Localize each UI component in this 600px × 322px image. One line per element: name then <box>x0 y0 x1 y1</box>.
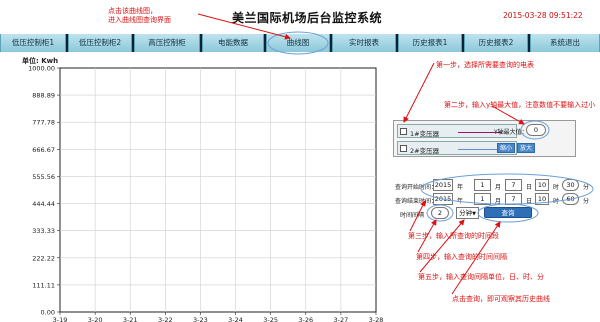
transformer-1-label: 1#变压器 <box>410 130 440 138</box>
interval-unit-value: 分钟 <box>459 209 473 217</box>
zoom-in-button[interactable]: 放大 <box>517 143 535 153</box>
annotation-step2: 第二步，输入y轴最大值，注意数值不要输入过小 <box>444 101 596 109</box>
interval-unit-select[interactable]: 分钟▼ <box>456 207 479 219</box>
query-start-minute-input[interactable]: 30 <box>562 179 579 191</box>
x-tick-label: 3-24 <box>228 316 243 322</box>
query-start-hour-input[interactable]: 10 <box>535 179 549 191</box>
x-tick-label: 3-28 <box>369 316 384 322</box>
query-end-day-input[interactable]: 7 <box>505 193 522 205</box>
y-tick-label: 1000.00 <box>28 65 55 73</box>
y-tick-label: 222.22 <box>32 254 55 262</box>
y-tick-label: 777.78 <box>32 119 55 127</box>
query-end-label: 查询结束时间： <box>395 198 438 205</box>
query-start-label: 查询开始时间： <box>395 184 438 191</box>
annotation-step4: 第四步，输入查询的时间间隔 <box>416 253 507 261</box>
x-tick-label: 3-27 <box>334 316 349 322</box>
zoom-out-button[interactable]: 缩小 <box>497 143 515 153</box>
transformer-selection-box: 1#变压器 2#变压器 <box>393 120 576 157</box>
query-start-month-unit: 月 <box>495 184 502 191</box>
query-start-hour-unit: 时 <box>553 184 560 191</box>
x-tick-label: 3-26 <box>298 316 313 322</box>
query-start-month-input[interactable]: 1 <box>474 179 491 191</box>
query-end-day-unit: 日 <box>526 198 533 205</box>
annotation-step1: 第一步，选择所需要查询的电表 <box>436 61 534 69</box>
x-tick-label: 3-23 <box>193 316 208 322</box>
annotation-step5: 第五步，输入查询间隔单位，日、时、分 <box>418 273 544 281</box>
plot-area <box>59 67 377 313</box>
query-start-year-input[interactable]: 2015 <box>433 179 453 191</box>
query-end-hour-input[interactable]: 10 <box>535 193 549 205</box>
query-end-year-unit: 年 <box>457 198 464 205</box>
interval-label: 时间间隔 <box>400 212 425 219</box>
query-end-minute-unit: 分 <box>583 198 590 205</box>
annotation-step3: 第三步，输入所查询的时间段 <box>408 232 499 240</box>
query-end-minute-input[interactable]: 60 <box>562 193 579 205</box>
y-tick-label: 444.44 <box>32 200 55 208</box>
y-tick-label: 888.89 <box>32 92 55 100</box>
x-tick-label: 3-22 <box>158 316 173 322</box>
query-end-year-input[interactable]: 2015 <box>433 193 453 205</box>
query-start-day-input[interactable]: 7 <box>505 179 522 191</box>
query-end-month-input[interactable]: 1 <box>474 193 491 205</box>
y-tick-label: 111.11 <box>32 281 55 289</box>
annotation-step6: 点击查询，即可观察其历史曲线 <box>452 295 550 303</box>
x-tick-label: 3-20 <box>88 316 103 322</box>
x-tick-label: 3-19 <box>53 316 68 322</box>
transformer-2-legend-swatch <box>458 149 502 150</box>
query-start-year-unit: 年 <box>457 184 464 191</box>
transformer-2-label: 2#变压器 <box>410 147 440 155</box>
query-end-month-unit: 月 <box>495 198 502 205</box>
query-button[interactable]: 查询 <box>484 207 532 218</box>
y-axis-max-input[interactable]: 0 <box>526 124 546 136</box>
y-axis-max-label: Y轴最大值： <box>494 129 528 136</box>
x-tick-label: 3-21 <box>123 316 138 322</box>
y-tick-label: 666.67 <box>32 146 55 154</box>
y-tick-label: 555.56 <box>32 173 55 181</box>
transformer-1-checkbox[interactable] <box>400 128 407 135</box>
y-tick-label: 333.33 <box>32 227 55 235</box>
query-start-day-unit: 日 <box>526 184 533 191</box>
interval-input[interactable]: 2 <box>431 207 449 219</box>
x-tick-label: 3-25 <box>263 316 278 322</box>
transformer-2-checkbox[interactable] <box>400 145 407 152</box>
query-end-hour-unit: 时 <box>553 198 560 205</box>
query-start-minute-unit: 分 <box>583 184 590 191</box>
chevron-down-icon: ▼ <box>472 211 476 217</box>
